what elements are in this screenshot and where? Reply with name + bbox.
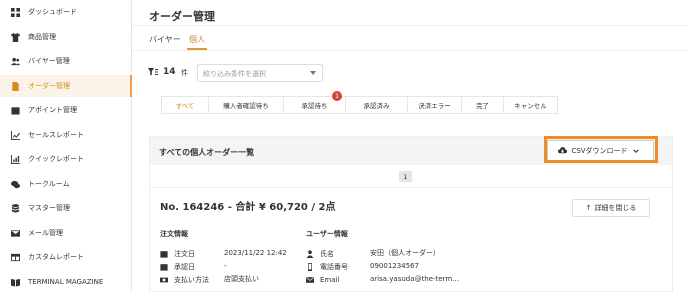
pagination-page-1[interactable]: 1 bbox=[399, 171, 412, 182]
database-icon bbox=[10, 203, 20, 213]
chart-line-icon bbox=[10, 130, 20, 140]
name-row: 氏名 bbox=[306, 248, 334, 259]
sidebar-item-label: 商品管理 bbox=[28, 33, 56, 41]
email-row: Email bbox=[306, 274, 339, 285]
user-info-heading: ユーザー情報 bbox=[306, 230, 348, 238]
main-content: オーダー管理 バイヤー 個人 14 件 絞り込み条件を選択 すべて 購入者確認待… bbox=[133, 0, 688, 292]
card-title: すべての個人オーダー一覧 bbox=[159, 148, 255, 157]
csv-download-highlight bbox=[544, 136, 658, 163]
sidebar-item-label: ダッシュボード bbox=[28, 8, 77, 16]
status-tab-cancelled[interactable]: キャンセル bbox=[503, 96, 558, 114]
status-tab-label: すべて bbox=[175, 102, 195, 110]
sidebar-item-label: クイックレポート bbox=[28, 155, 84, 163]
sidebar-item-label: TERMINAL MAGAZINE bbox=[28, 278, 104, 286]
result-count: 14 bbox=[163, 67, 176, 77]
status-tab-label: 決済エラー bbox=[418, 102, 451, 110]
status-tab-approved[interactable]: 承認済み bbox=[345, 96, 408, 114]
status-tab-label: 承認済み bbox=[363, 102, 390, 110]
phone-row: 電話番号 bbox=[306, 261, 348, 272]
money-icon bbox=[160, 276, 168, 284]
page-title: オーダー管理 bbox=[149, 10, 215, 23]
sidebar-item-products[interactable]: 商品管理 bbox=[0, 26, 132, 48]
order-title: No. 164246 - 合計 ¥ 60,720 / 2点 bbox=[160, 202, 336, 213]
document-icon bbox=[10, 81, 20, 91]
filter-select-placeholder: 絞り込み条件を選択 bbox=[203, 70, 266, 78]
sidebar-item-custom-report[interactable]: カスタムレポート bbox=[0, 246, 132, 268]
status-tab-all[interactable]: すべて bbox=[161, 96, 209, 114]
status-tab-awaiting-buyer[interactable]: 購入者確認待ち bbox=[208, 96, 284, 114]
status-tab-completed[interactable]: 完了 bbox=[461, 96, 504, 114]
shirt-icon bbox=[10, 32, 20, 42]
sidebar-item-sales-report[interactable]: セールスレポート bbox=[0, 124, 132, 146]
status-tab-label: 承認待ち bbox=[301, 102, 328, 110]
sidebar-item-label: メール管理 bbox=[28, 229, 63, 237]
result-count-unit: 件 bbox=[181, 69, 188, 77]
field-label: 注文日 bbox=[174, 249, 195, 258]
table-icon bbox=[10, 252, 20, 262]
book-icon bbox=[10, 277, 20, 287]
field-label: 承認日 bbox=[174, 262, 195, 271]
status-tab-label: 完了 bbox=[476, 102, 489, 110]
payment-method-row: 支払い方法 bbox=[160, 274, 209, 285]
calendar-icon bbox=[10, 105, 20, 115]
field-label: Email bbox=[320, 275, 340, 284]
tab-buyer[interactable]: バイヤー bbox=[149, 34, 181, 45]
field-label: 氏名 bbox=[320, 249, 334, 258]
sidebar-item-mail[interactable]: メール管理 bbox=[0, 222, 132, 244]
close-details-button[interactable]: ↑ 詳細を閉じる bbox=[572, 199, 650, 217]
sidebar-item-label: オーダー管理 bbox=[28, 82, 70, 90]
status-badge: 1 bbox=[332, 91, 342, 101]
status-tab-payment-error[interactable]: 決済エラー bbox=[407, 96, 462, 114]
field-label: 支払い方法 bbox=[174, 275, 209, 284]
status-tab-label: キャンセル bbox=[514, 102, 547, 110]
filter-icon bbox=[148, 68, 158, 76]
divider bbox=[133, 25, 688, 26]
email-value: arisa.yasuda@the-term… bbox=[370, 275, 460, 283]
sidebar-item-label: カスタムレポート bbox=[28, 253, 84, 261]
status-tab-awaiting-approval[interactable]: 承認待ち 1 bbox=[283, 91, 346, 114]
status-tabs: すべて 購入者確認待ち 承認待ち 1 承認済み 決済エラー 完了 キャンセル bbox=[161, 91, 558, 114]
status-tab-label: 購入者確認待ち bbox=[223, 102, 269, 110]
sidebar-item-label: バイヤー管理 bbox=[28, 57, 70, 65]
approval-date-row: 承認日 bbox=[160, 261, 195, 272]
sidebar-item-master[interactable]: マスター管理 bbox=[0, 197, 132, 219]
mail-icon bbox=[306, 276, 314, 284]
chat-icon bbox=[10, 179, 20, 189]
chevron-down-icon bbox=[310, 71, 316, 75]
person-icon bbox=[306, 249, 314, 258]
sidebar-item-orders[interactable]: オーダー管理 bbox=[0, 75, 132, 97]
sidebar-item-label: セールスレポート bbox=[28, 131, 84, 139]
sidebar-item-label: トークルーム bbox=[28, 180, 70, 188]
name-value: 安田（個人オーダー） bbox=[370, 249, 440, 257]
sidebar-item-appointments[interactable]: アポイント管理 bbox=[0, 99, 132, 121]
close-details-label: 詳細を閉じる bbox=[594, 204, 637, 212]
mail-icon bbox=[10, 228, 20, 238]
phone-value: 09001234567 bbox=[370, 262, 419, 270]
approval-date-value: - bbox=[224, 262, 227, 270]
tab-individual[interactable]: 個人 bbox=[189, 34, 205, 45]
filter-select[interactable]: 絞り込み条件を選択 bbox=[197, 64, 323, 82]
sidebar-item-terminal-magazine[interactable]: TERMINAL MAGAZINE bbox=[0, 271, 132, 292]
sidebar-item-label: マスター管理 bbox=[28, 204, 70, 212]
order-date-value: 2023/11/22 12:42 bbox=[224, 249, 287, 257]
calendar-check-icon bbox=[160, 263, 168, 271]
divider bbox=[150, 187, 672, 188]
sidebar-item-quick-report[interactable]: クイックレポート bbox=[0, 148, 132, 170]
sidebar-item-label: アポイント管理 bbox=[28, 106, 77, 114]
order-date-row: 注文日 bbox=[160, 248, 195, 259]
calendar-icon bbox=[160, 250, 168, 258]
divider bbox=[133, 50, 688, 51]
chart-bar-icon bbox=[10, 154, 20, 164]
sidebar: ダッシュボード 商品管理 バイヤー管理 オーダー管理 アポイント管理 セールスレ… bbox=[0, 0, 132, 292]
phone-icon bbox=[306, 262, 314, 271]
field-label: 電話番号 bbox=[320, 262, 348, 271]
sidebar-item-talk-room[interactable]: トークルーム bbox=[0, 173, 132, 195]
payment-method-value: 店頭支払い bbox=[224, 275, 259, 283]
users-icon bbox=[10, 56, 20, 66]
sidebar-item-buyers[interactable]: バイヤー管理 bbox=[0, 50, 132, 72]
arrow-up-icon: ↑ bbox=[585, 204, 592, 212]
order-info-heading: 注文情報 bbox=[160, 230, 188, 238]
dashboard-icon bbox=[10, 7, 20, 17]
sidebar-item-dashboard[interactable]: ダッシュボード bbox=[0, 1, 132, 23]
